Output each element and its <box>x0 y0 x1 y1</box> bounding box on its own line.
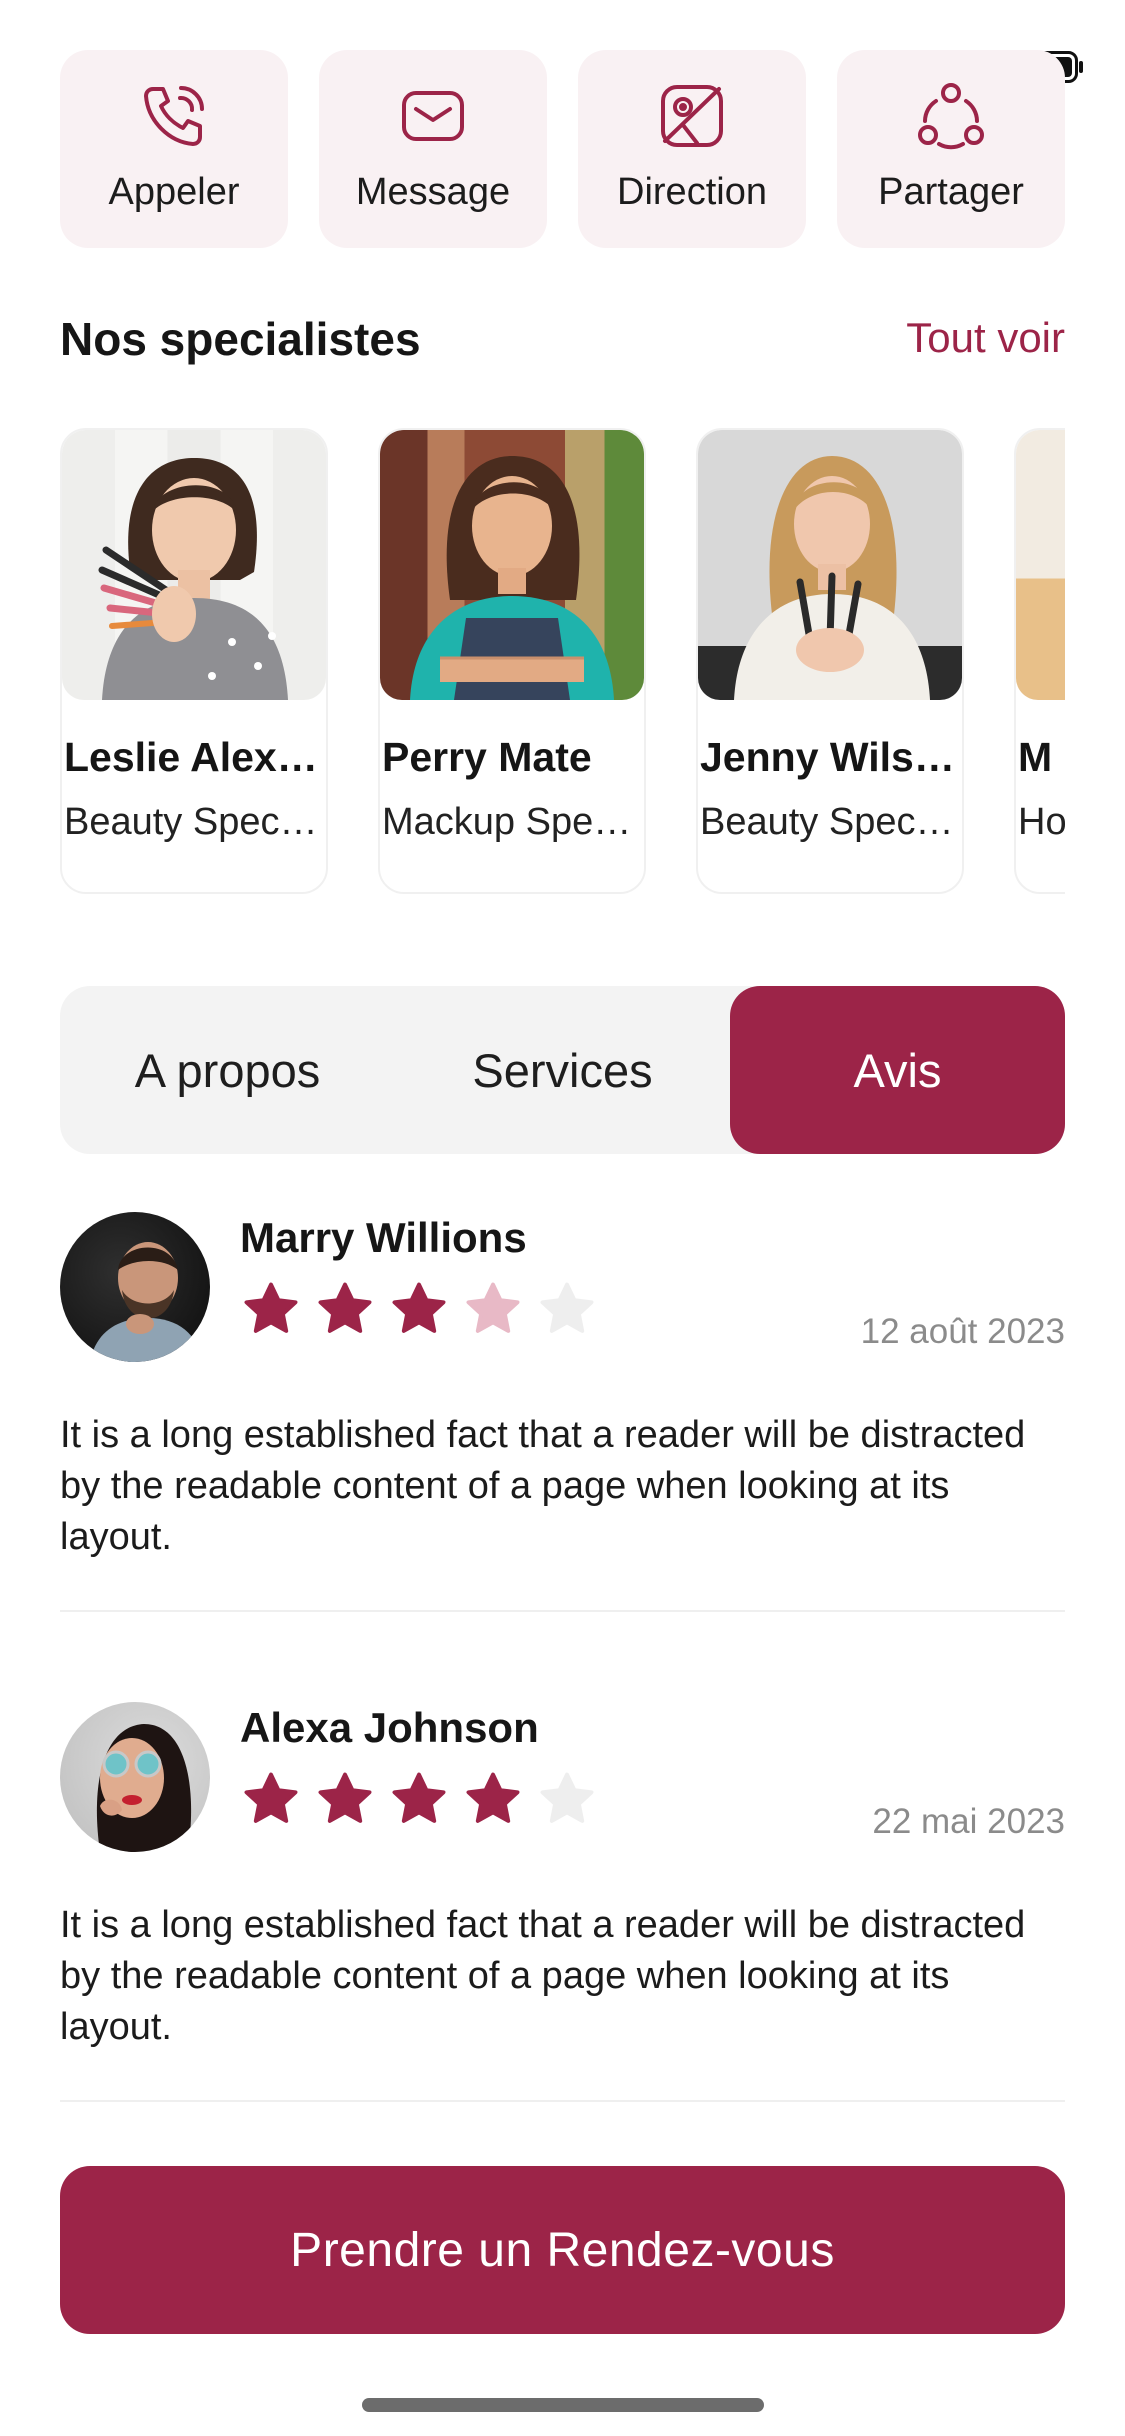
specialist-photo <box>62 430 326 700</box>
specialists-carousel[interactable]: Leslie Alexander Beauty Specialist Perry… <box>60 428 1065 898</box>
star-half-icon <box>466 1282 520 1333</box>
star-icon <box>392 1772 446 1823</box>
specialist-photo <box>380 430 644 700</box>
call-action-button[interactable]: Appeler <box>60 50 288 248</box>
specialist-role: Ho <box>1018 801 1065 843</box>
direction-action-button[interactable]: Direction <box>578 50 806 248</box>
specialist-name: Jenny Wilson <box>700 734 958 780</box>
call-action-label: Appeler <box>108 171 240 213</box>
review-date: 22 mai 2023 <box>872 1802 1065 1841</box>
star-icon <box>244 1282 298 1333</box>
specialist-photo <box>698 430 962 700</box>
envelope-icon <box>402 91 464 141</box>
direction-action-label: Direction <box>617 171 767 213</box>
star-icon <box>244 1772 298 1823</box>
star-icon <box>318 1772 372 1823</box>
star-rating <box>240 1768 598 1830</box>
star-rating <box>240 1278 598 1340</box>
tab-about[interactable]: A propos <box>60 986 395 1154</box>
profile-tabs: A propos Services Avis <box>60 986 1065 1154</box>
share-action-label: Partager <box>878 171 1024 213</box>
specialist-name: Perry Mate <box>382 734 592 780</box>
star-icon <box>392 1282 446 1333</box>
tab-reviews[interactable]: Avis <box>730 986 1065 1154</box>
phone-icon <box>144 86 204 146</box>
message-action-button[interactable]: Message <box>319 50 547 248</box>
specialists-title: Nos specialistes <box>60 313 421 365</box>
specialist-photo <box>1016 430 1065 700</box>
quick-actions: Appeler Message Direction Partager <box>60 50 1065 248</box>
specialist-card[interactable]: Perry Mate Mackup Specialist <box>378 428 646 894</box>
star-empty-icon <box>540 1772 594 1823</box>
specialist-card[interactable]: M Ho <box>1014 428 1065 894</box>
map-icon <box>661 85 723 147</box>
share-icon <box>918 83 984 150</box>
share-action-button[interactable]: Partager <box>837 50 1065 248</box>
review-text: It is a long established fact that a rea… <box>60 1414 1026 1558</box>
review-divider <box>60 2100 1065 2102</box>
star-icon <box>318 1282 372 1333</box>
book-appointment-button[interactable]: Prendre un Rendez-vous <box>60 2166 1065 2334</box>
avatar <box>60 1702 210 1852</box>
specialist-role: Mackup Specialist <box>382 801 640 843</box>
reviewer-name: Marry Willions <box>240 1214 527 1261</box>
specialist-name: Leslie Alexander <box>64 734 322 780</box>
reviewer-name: Alexa Johnson <box>240 1704 539 1751</box>
star-empty-icon <box>540 1282 594 1333</box>
review-item: Alexa Johnson 22 mai 2023 It is a long e… <box>60 1702 1065 2062</box>
review-text: It is a long established fact that a rea… <box>60 1904 1026 2048</box>
review-divider <box>60 1610 1065 1612</box>
specialist-card[interactable]: Leslie Alexander Beauty Specialist <box>60 428 328 894</box>
home-indicator <box>362 2398 764 2412</box>
specialist-card[interactable]: Jenny Wilson Beauty Specialist <box>696 428 964 894</box>
review-item: Marry Willions 12 août 2023 It is a long… <box>60 1212 1065 1572</box>
star-icon <box>466 1772 520 1823</box>
tab-services[interactable]: Services <box>395 986 730 1154</box>
specialist-role: Beauty Specialist <box>700 801 958 843</box>
avatar <box>60 1212 210 1362</box>
review-date: 12 août 2023 <box>860 1312 1065 1351</box>
specialist-role: Beauty Specialist <box>64 801 322 843</box>
message-action-label: Message <box>355 171 511 213</box>
see-all-link[interactable]: Tout voir <box>906 314 1065 362</box>
specialist-name: M <box>1018 734 1053 780</box>
